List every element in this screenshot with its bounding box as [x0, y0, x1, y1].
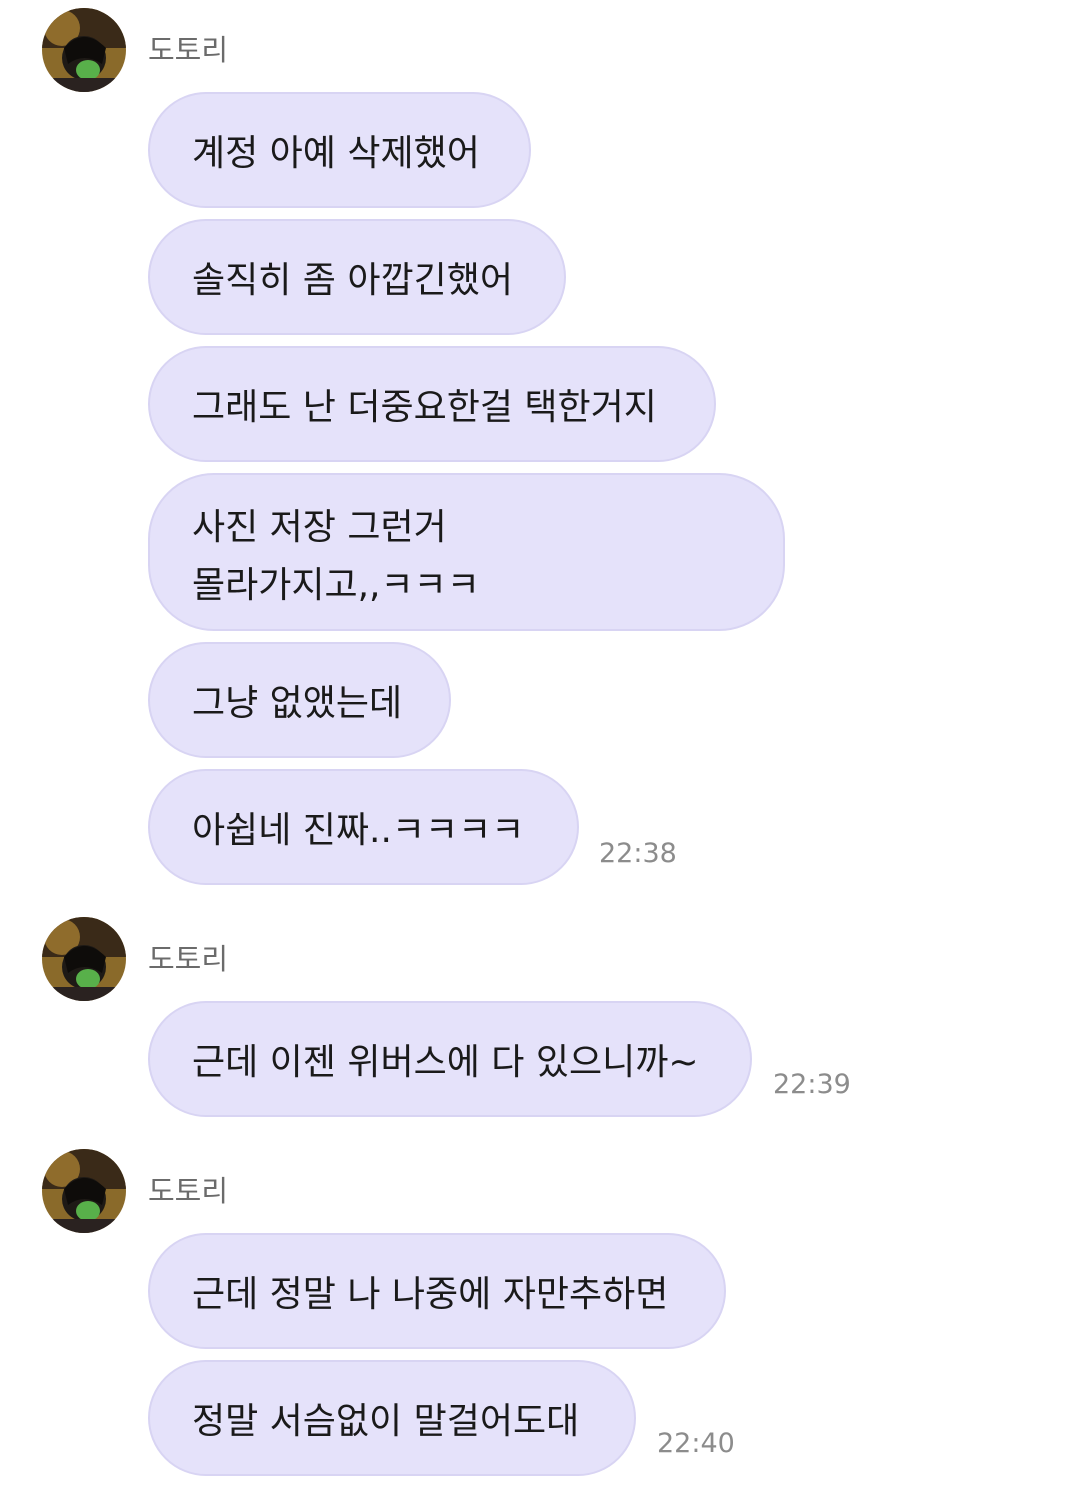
message-text: 정말 서슴없이 말걸어도대 [192, 1401, 580, 1442]
message-text: 그래도 난 더중요한걸 택한거지 [192, 387, 657, 428]
message-text: 근데 정말 나 나중에 자만추하면 [192, 1274, 669, 1315]
message-text: 그냥 없앴는데 [192, 683, 403, 724]
message-timestamp: 22:40 [657, 1428, 735, 1459]
sender-avatar[interactable] [42, 8, 126, 92]
message-bubble[interactable]: 그래도 난 더중요한걸 택한거지 [148, 346, 716, 462]
message-bubble[interactable]: 아쉽네 진짜..ㅋㅋㅋㅋ [148, 769, 579, 885]
sender-avatar[interactable] [42, 917, 126, 1001]
message-bubble[interactable]: 그냥 없앴는데 [148, 642, 451, 758]
sender-name: 도토리 [148, 942, 229, 976]
message-timestamp: 22:38 [599, 838, 677, 869]
message-text: 솔직히 좀 아깝긴했어 [192, 260, 513, 301]
avatar-photo-icon [42, 917, 126, 1001]
message-bubble[interactable]: 계정 아예 삭제했어 [148, 92, 531, 208]
message-text: 계정 아예 삭제했어 [192, 133, 480, 174]
avatar-photo-icon [42, 8, 126, 92]
sender-name: 도토리 [148, 1174, 229, 1208]
message-bubble[interactable]: 정말 서슴없이 말걸어도대 [148, 1360, 636, 1476]
message-timestamp: 22:39 [773, 1069, 851, 1100]
message-bubble[interactable]: 근데 이젠 위버스에 다 있으니까~ [148, 1001, 752, 1117]
message-bubble[interactable]: 사진 저장 그런거 몰라가지고,,ㅋㅋㅋ [148, 473, 785, 631]
message-text: 근데 이젠 위버스에 다 있으니까~ [192, 1042, 699, 1083]
message-bubble[interactable]: 솔직히 좀 아깝긴했어 [148, 219, 566, 335]
sender-avatar[interactable] [42, 1149, 126, 1233]
message-bubble[interactable]: 근데 정말 나 나중에 자만추하면 [148, 1233, 726, 1349]
message-text: 아쉽네 진짜..ㅋㅋㅋㅋ [192, 810, 525, 851]
avatar-photo-icon [42, 1149, 126, 1233]
sender-name: 도토리 [148, 33, 229, 67]
message-text-line: 몰라가지고,,ㅋㅋㅋ [192, 565, 480, 606]
message-text-line: 사진 저장 그런거 [192, 507, 447, 548]
